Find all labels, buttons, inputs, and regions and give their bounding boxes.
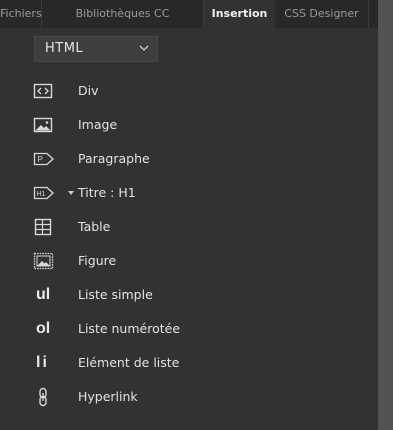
insert-item-label: Figure <box>78 253 117 268</box>
panel-tab-bar: Fichiers Bibliothèques CC Insertion CSS … <box>0 0 378 28</box>
div-icon <box>33 83 53 99</box>
panel-scrollbar[interactable] <box>378 0 393 430</box>
table-icon <box>34 218 52 236</box>
insert-item-label: Table <box>78 219 111 234</box>
insert-item-label: Paragraphe <box>78 151 150 166</box>
insert-item-div[interactable]: Div <box>0 74 378 108</box>
svg-text:H1: H1 <box>37 191 46 198</box>
tab-css-designer[interactable]: CSS Designer <box>275 0 369 28</box>
category-dropdown[interactable]: HTML <box>34 36 158 62</box>
insert-item-label: Titre : H1 <box>78 185 136 200</box>
insert-item-heading[interactable]: H1 Titre : H1 <box>0 176 378 210</box>
heading-icon: H1 <box>33 186 54 200</box>
tab-insertion[interactable]: Insertion <box>204 0 275 28</box>
unordered-list-icon: ul <box>36 286 51 303</box>
insert-item-label: Hyperlink <box>78 389 138 404</box>
insert-panel: Fichiers Bibliothèques CC Insertion CSS … <box>0 0 378 430</box>
insert-item-label: Liste numérotée <box>78 321 181 336</box>
insert-item-paragraph[interactable]: P Paragraphe <box>0 142 378 176</box>
ordered-list-icon: ol <box>36 320 51 337</box>
insert-item-ordered-list[interactable]: ol Liste numérotée <box>0 312 378 346</box>
tab-bibliotheques-cc[interactable]: Bibliothèques CC <box>42 0 204 28</box>
image-icon <box>33 117 53 133</box>
insert-item-label: Image <box>78 117 118 132</box>
insert-item-label: Liste simple <box>78 287 153 302</box>
insert-item-unordered-list[interactable]: ul Liste simple <box>0 278 378 312</box>
insert-item-hyperlink[interactable]: Hyperlink <box>0 380 378 414</box>
insert-item-table[interactable]: Table <box>0 210 378 244</box>
paragraph-icon: P <box>33 152 54 166</box>
chevron-down-icon <box>139 45 149 51</box>
insert-item-label: Div <box>78 83 99 98</box>
insert-item-label: Elément de liste <box>78 355 180 370</box>
svg-text:P: P <box>38 155 43 164</box>
hyperlink-icon <box>39 387 47 407</box>
insert-item-list-item[interactable]: li Elément de liste <box>0 346 378 380</box>
figure-icon <box>33 252 54 270</box>
tab-fichiers[interactable]: Fichiers <box>0 0 42 28</box>
list-item-icon: li <box>36 354 49 371</box>
chevron-down-icon[interactable] <box>68 191 74 195</box>
insert-item-image[interactable]: Image <box>0 108 378 142</box>
category-dropdown-value: HTML <box>45 41 84 56</box>
insert-item-figure[interactable]: Figure <box>0 244 378 278</box>
